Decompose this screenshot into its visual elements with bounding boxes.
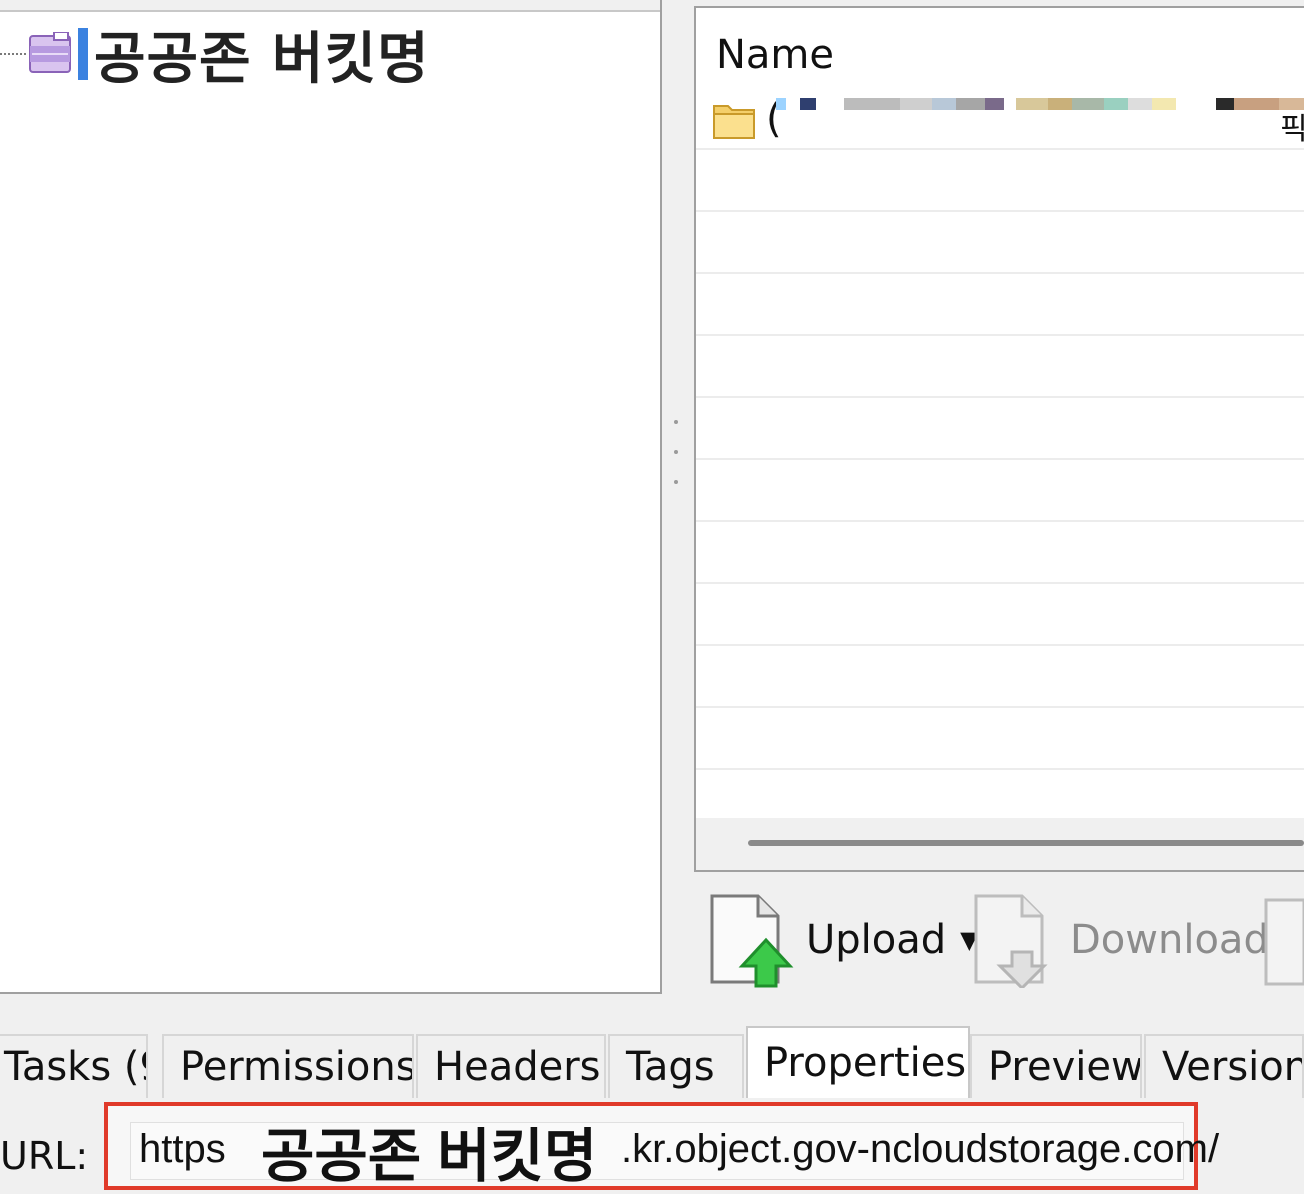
tab-preview[interactable]: Preview [970, 1034, 1142, 1098]
list-item [696, 646, 1304, 708]
url-row: URL: https 공공존 버킷명 .kr.object.gov-ncloud… [0, 1098, 1304, 1194]
list-item [696, 522, 1304, 584]
tab-versions[interactable]: Versions [1144, 1034, 1304, 1098]
upload-label: Upload [806, 917, 947, 963]
bucket-icon [26, 31, 74, 76]
url-field[interactable]: https 공공존 버킷명 .kr.object.gov-ncloudstora… [130, 1122, 1219, 1189]
list-item [696, 398, 1304, 460]
detail-tabs: Tasks (9) Permissions Headers Tags Prope… [0, 1026, 1304, 1098]
tab-tasks[interactable]: Tasks (9) [0, 1034, 148, 1098]
upload-button[interactable]: Upload ▼ [708, 890, 979, 990]
file-toolbar: Upload ▼ Download [694, 876, 1304, 992]
list-item [696, 274, 1304, 336]
url-highlight-box: https 공공존 버킷명 .kr.object.gov-ncloudstora… [104, 1102, 1219, 1190]
folder-icon [712, 100, 756, 144]
tab-tags[interactable]: Tags [608, 1034, 744, 1098]
tree-bucket-label: 공공존 버킷명 [94, 26, 430, 92]
name-column-header[interactable]: Name [716, 32, 834, 78]
download-icon [974, 894, 1048, 988]
list-item [696, 336, 1304, 398]
file-list-pane: Name ( 픽 [694, 6, 1304, 872]
folder-name-suffix: 픽 [1280, 112, 1304, 147]
horizontal-scrollbar[interactable] [696, 818, 1304, 870]
pane-splitter-grip[interactable] [672, 420, 680, 500]
toolbar-overflow-button[interactable] [1262, 890, 1304, 990]
tree-selection-indicator [78, 28, 88, 80]
list-item [696, 584, 1304, 646]
file-icon [1264, 898, 1304, 986]
tab-properties[interactable]: Properties [746, 1026, 970, 1098]
list-item [696, 460, 1304, 522]
list-item [696, 150, 1304, 212]
list-item[interactable]: ( 픽 [696, 88, 1304, 150]
download-button[interactable]: Download [972, 890, 1269, 990]
redacted-text [844, 98, 1004, 110]
url-label: URL: [0, 1134, 89, 1178]
redacted-text [1016, 98, 1176, 110]
list-item [696, 708, 1304, 770]
url-suffix: .kr.object.gov-ncloudstorage.com/ [621, 1127, 1220, 1171]
redacted-text [776, 98, 816, 110]
tree-top-border [0, 0, 660, 12]
tab-headers[interactable]: Headers [416, 1034, 606, 1098]
tab-permissions[interactable]: Permissions [162, 1034, 414, 1098]
list-item [696, 212, 1304, 274]
tree-item-bucket[interactable]: 공공존 버킷명 [0, 18, 430, 92]
upload-icon [710, 894, 794, 988]
tree-connector-line [0, 53, 26, 55]
url-prefix: https [139, 1127, 226, 1171]
file-list-rows: ( 픽 [696, 88, 1304, 832]
download-label: Download [1070, 917, 1269, 963]
bucket-tree-pane: 공공존 버킷명 [0, 0, 662, 994]
scrollbar-thumb[interactable] [748, 840, 1304, 846]
url-bucket-name: 공공존 버킷명 [261, 1124, 598, 1189]
